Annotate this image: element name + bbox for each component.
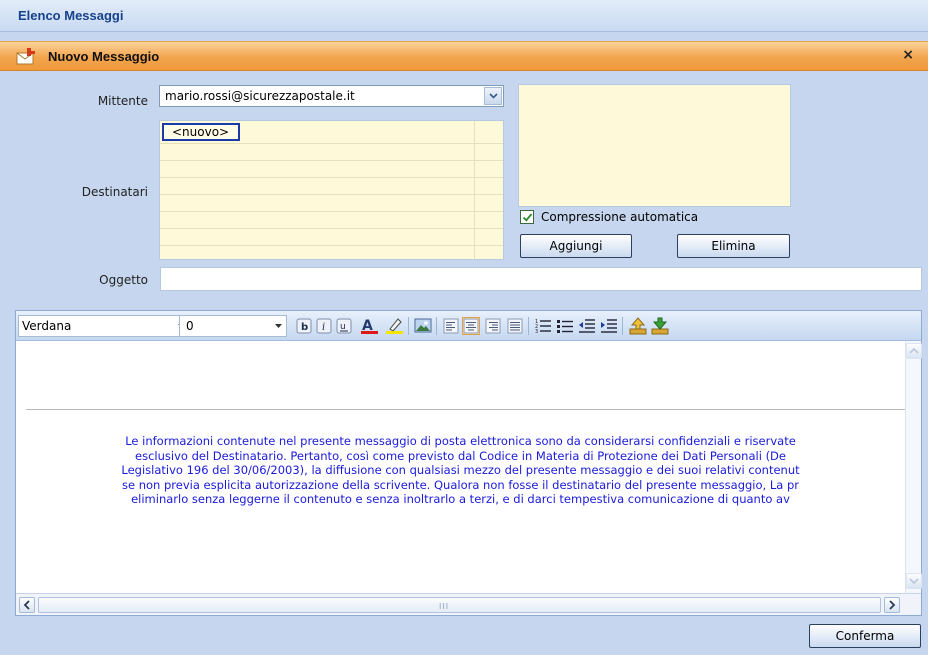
sender-label: Mittente [97, 94, 148, 108]
scroll-up-icon[interactable] [906, 343, 922, 359]
bullet-list-icon[interactable] [556, 317, 574, 335]
body-divider [26, 409, 905, 410]
grid-line [160, 245, 503, 246]
svg-text:i: i [322, 322, 325, 333]
horizontal-scroll-thumb[interactable]: III [38, 597, 881, 613]
compression-label: Compressione automatica [541, 210, 699, 224]
grid-line [160, 143, 503, 144]
window-title: Elenco Messaggi [18, 8, 124, 23]
upload-icon[interactable] [628, 317, 647, 335]
add-button[interactable]: Aggiungi [520, 234, 632, 258]
grid-line [160, 194, 503, 195]
font-size-select[interactable]: 0 [179, 315, 287, 337]
toolbar-separator [528, 317, 529, 335]
recipients-grid[interactable]: <nuovo> [159, 120, 504, 260]
font-color-icon[interactable]: A [359, 317, 381, 335]
scroll-grip: III [439, 602, 450, 611]
font-family-value: Verdana [22, 319, 72, 333]
indent-icon[interactable] [600, 317, 618, 335]
disclaimer-line: se non previa esplicita autorizzazione d… [121, 477, 799, 492]
outdent-icon[interactable] [578, 317, 596, 335]
confirm-button[interactable]: Conferma [809, 624, 921, 648]
formatting-toolbar: Verdana 0 b i u A 1 2 3 [16, 311, 921, 341]
close-icon[interactable]: × [902, 47, 914, 63]
disclaimer-line: eliminarlo senza leggerne il contenuto e… [131, 492, 790, 507]
bold-icon[interactable]: b [295, 317, 313, 335]
svg-text:b: b [301, 322, 308, 333]
subject-label: Oggetto [99, 273, 148, 287]
vertical-scrollbar[interactable] [905, 341, 922, 593]
highlight-icon[interactable] [384, 317, 406, 335]
scroll-right-icon[interactable] [884, 597, 900, 613]
disclaimer-line: Legislativo 196 del 30/06/2003), la diff… [121, 463, 800, 478]
new-recipient-cell[interactable]: <nuovo> [162, 123, 240, 141]
message-editor[interactable]: Verdana 0 b i u A 1 2 3 Le informazioni … [15, 310, 922, 616]
disclaimer-line: esclusivo del Destinatario. Pertanto, co… [135, 448, 786, 463]
subject-input[interactable] [160, 267, 922, 291]
grid-line [160, 211, 503, 212]
dialog-title: Nuovo Messaggio [48, 49, 160, 64]
justify-icon[interactable] [506, 317, 524, 335]
align-right-icon[interactable] [484, 317, 502, 335]
svg-text:3: 3 [535, 329, 538, 335]
chevron-down-icon [275, 324, 282, 328]
scroll-left-icon[interactable] [19, 597, 35, 613]
grid-line [160, 177, 503, 178]
font-size-value: 0 [186, 319, 194, 333]
download-icon[interactable] [650, 317, 669, 335]
sender-select[interactable]: mario.rossi@sicurezzapostale.it [159, 85, 504, 107]
underline-icon[interactable]: u [335, 317, 353, 335]
chevron-down-icon[interactable] [484, 87, 502, 105]
new-mail-icon [16, 48, 36, 66]
italic-icon[interactable]: i [315, 317, 333, 335]
numbered-list-icon[interactable]: 123 [534, 317, 552, 335]
sender-value: mario.rossi@sicurezzapostale.it [165, 89, 355, 103]
message-body[interactable]: Le informazioni contenute nel presente m… [16, 341, 905, 593]
grid-line [160, 228, 503, 229]
delete-button[interactable]: Elimina [677, 234, 790, 258]
grid-line [160, 160, 503, 161]
recipients-label: Destinatari [81, 185, 148, 199]
attachment-preview[interactable] [518, 84, 791, 207]
insert-image-icon[interactable] [414, 317, 432, 335]
align-left-icon[interactable] [442, 317, 460, 335]
font-family-select[interactable]: Verdana [18, 315, 190, 337]
compression-checkbox[interactable] [520, 210, 534, 224]
scroll-down-icon[interactable] [906, 573, 922, 589]
disclaimer-line: Le informazioni contenute nel presente m… [125, 434, 796, 448]
toolbar-separator [436, 317, 437, 335]
align-center-icon[interactable] [462, 317, 480, 335]
dialog-header: Nuovo Messaggio × [0, 41, 928, 71]
toolbar-separator [408, 317, 409, 335]
disclaimer-text: Le informazioni contenute nel presente m… [16, 434, 905, 507]
horizontal-scrollbar[interactable]: III [16, 593, 921, 615]
window-titlebar: Elenco Messaggi [0, 0, 928, 32]
grid-column-line [474, 121, 475, 259]
toolbar-separator [622, 317, 623, 335]
